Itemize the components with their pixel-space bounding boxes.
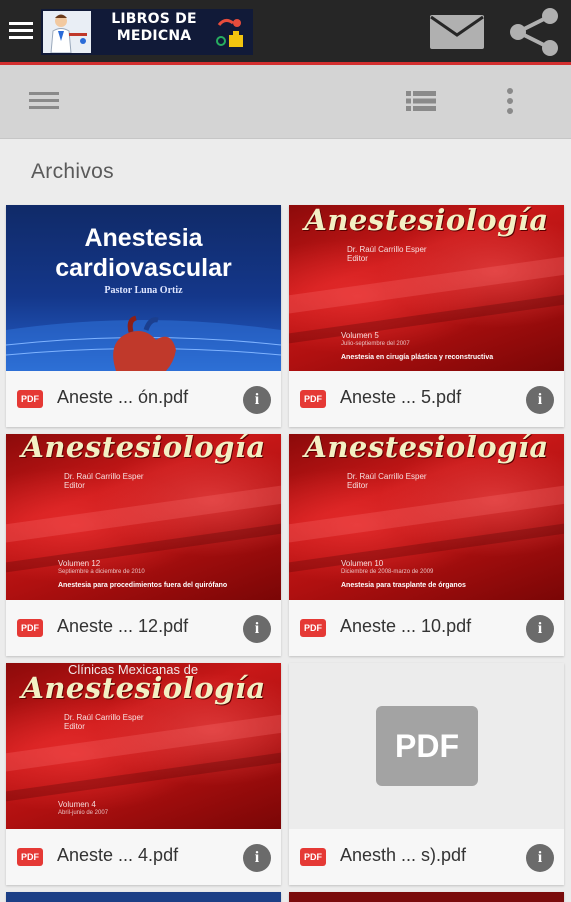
file-card-footer: PDF Aneste ... ón.pdf i	[6, 371, 281, 427]
more-vert-icon[interactable]	[500, 87, 520, 115]
cover-title: Anestesiología	[304, 434, 549, 464]
pdf-file-icon: PDF	[300, 619, 326, 637]
file-card[interactable]: PDF PDF Anesth ... s).pdf i	[289, 663, 564, 885]
cover-editor: Dr. Raúl Carrillo Esper Editor	[64, 713, 144, 731]
pdf-file-icon: PDF	[17, 848, 43, 866]
app-banner-logo: LIBROS DE MEDICNA	[41, 9, 253, 55]
file-card[interactable]: Anestesiología Dr. Raúl Carrillo Esper Ed…	[6, 434, 281, 656]
file-card[interactable]: Clínicas Mexicanas de Anestesiología Dr.…	[6, 663, 281, 885]
cover-volume: Volumen 5 Julio-septiembre del 2007	[341, 331, 410, 348]
cover-topic: Anestesia para procedimientos fuera del …	[58, 582, 228, 589]
file-card-footer: PDF Aneste ... 10.pdf i	[289, 600, 564, 656]
file-card-footer: PDF Aneste ... 5.pdf i	[289, 371, 564, 427]
cover-topic: Anestesia para trasplante de órganos	[341, 582, 466, 589]
cover-author: Pastor Luna Ortiz	[104, 285, 183, 296]
cover-title: Anestesiología	[21, 671, 266, 705]
cover-title: Anestesia cardiovascular	[55, 224, 232, 282]
info-icon[interactable]: i	[243, 615, 271, 643]
app-bar: LIBROS DE MEDICNA	[0, 0, 571, 62]
pdf-placeholder-icon: PDF	[376, 706, 478, 786]
file-card[interactable]: Anestesiología Dr. Raúl Carrillo Esper Ed…	[289, 205, 564, 427]
pdf-file-icon: PDF	[17, 619, 43, 637]
menu-icon[interactable]	[9, 18, 33, 44]
pdf-file-icon: PDF	[17, 390, 43, 408]
file-thumbnail[interactable]: Anestesiología Dr. Raúl Carrillo Esper Ed…	[289, 205, 564, 371]
file-card[interactable]: Anestesiología Dr. Raúl Carrillo Esper Ed…	[289, 434, 564, 656]
info-icon[interactable]: i	[526, 844, 554, 872]
mail-icon[interactable]	[429, 14, 485, 50]
file-thumbnail[interactable]: Anestesiología Dr. Raúl Carrillo Esper Ed…	[289, 434, 564, 600]
pdf-file-icon: PDF	[300, 848, 326, 866]
file-card-footer: PDF Aneste ... 4.pdf i	[6, 829, 281, 885]
file-name[interactable]: Aneste ... 12.pdf	[57, 616, 188, 637]
file-name[interactable]: Aneste ... ón.pdf	[57, 387, 188, 408]
doctor-illustration-icon	[43, 11, 91, 53]
file-card-partial[interactable]	[289, 892, 564, 902]
file-name[interactable]: Aneste ... 10.pdf	[340, 616, 471, 637]
file-thumbnail[interactable]: Anestesiología Dr. Raúl Carrillo Esper Ed…	[6, 434, 281, 600]
cover-editor: Dr. Raúl Carrillo Esper Editor	[347, 245, 427, 263]
cover-title: Anestesiología	[304, 205, 549, 237]
info-icon[interactable]: i	[526, 386, 554, 414]
file-name[interactable]: Anesth ... s).pdf	[340, 845, 466, 866]
cover-editor: Dr. Raúl Carrillo Esper Editor	[347, 472, 427, 490]
cover-topic: Anestesia en cirugía plástica y reconstr…	[341, 354, 494, 361]
cover-volume: Volumen 12 Septiembre a diciembre de 201…	[58, 559, 145, 576]
medical-items-icon	[216, 18, 243, 47]
cover-volume: Volumen 10 Diciembre de 2008-marzo de 20…	[341, 559, 434, 576]
toolbar	[0, 65, 571, 139]
share-icon[interactable]	[506, 8, 562, 56]
file-card-partial[interactable]	[6, 892, 281, 902]
file-thumbnail[interactable]: Anestesia cardiovascular Pastor Luna Ort…	[6, 205, 281, 371]
section-title: Archivos	[31, 160, 114, 183]
cover-editor: Dr. Raúl Carrillo Esper Editor	[64, 472, 144, 490]
file-card[interactable]: Anestesia cardiovascular Pastor Luna Ort…	[6, 205, 281, 427]
pdf-file-icon: PDF	[300, 390, 326, 408]
file-name[interactable]: Aneste ... 5.pdf	[340, 387, 461, 408]
heart-illustration-icon	[6, 315, 281, 371]
info-icon[interactable]: i	[243, 844, 271, 872]
file-card-footer: PDF Anesth ... s).pdf i	[289, 829, 564, 885]
info-icon[interactable]: i	[243, 386, 271, 414]
file-thumbnail[interactable]: PDF	[289, 663, 564, 829]
cover-title: Anestesiología	[21, 434, 266, 464]
info-icon[interactable]: i	[526, 615, 554, 643]
file-card-footer: PDF Aneste ... 12.pdf i	[6, 600, 281, 656]
cover-volume: Volumen 4 Abril-junio de 2007	[58, 800, 109, 817]
app-title: LIBROS DE MEDICNA	[111, 11, 197, 44]
list-view-icon[interactable]	[406, 90, 436, 112]
file-name[interactable]: Aneste ... 4.pdf	[57, 845, 178, 866]
file-thumbnail[interactable]: Clínicas Mexicanas de Anestesiología Dr.…	[6, 663, 281, 829]
drawer-icon[interactable]	[29, 92, 59, 110]
